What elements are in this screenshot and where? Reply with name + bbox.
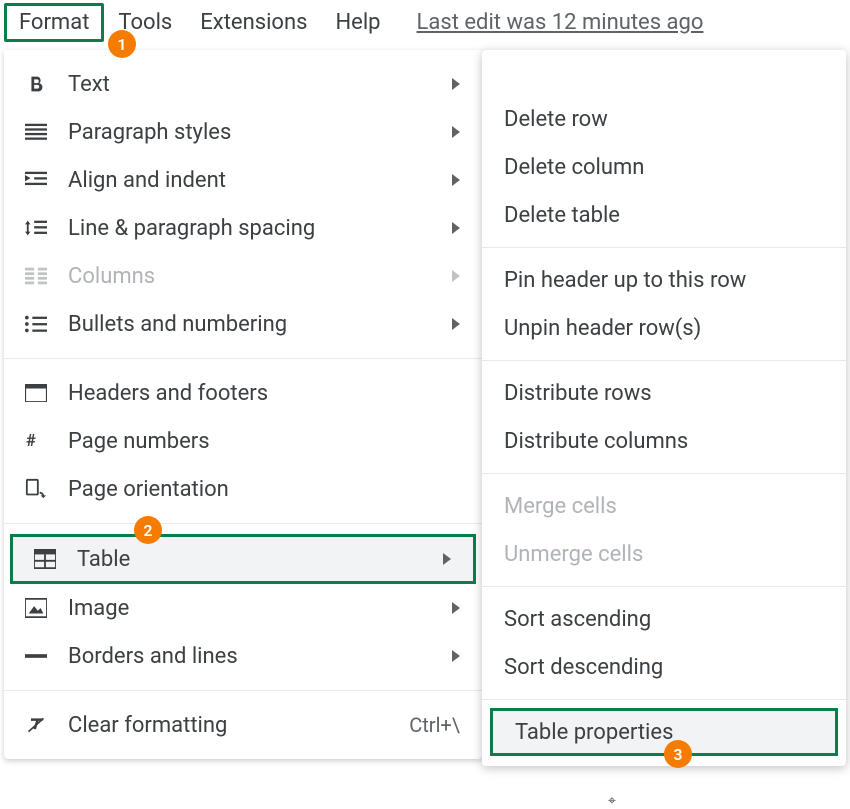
- menu-tools[interactable]: Tools: [104, 4, 186, 41]
- menu-text-label: Text: [68, 72, 452, 97]
- headers-footers-icon: [22, 381, 50, 405]
- chevron-right-icon: [443, 553, 451, 565]
- menu-format[interactable]: Format: [4, 3, 104, 42]
- menu-align-indent[interactable]: Align and indent: [4, 156, 482, 204]
- table-submenu: Delete row Delete column Delete table Pi…: [482, 50, 846, 766]
- line-spacing-icon: [22, 216, 50, 240]
- menu-image-label: Image: [68, 596, 452, 621]
- submenu-separator: [482, 473, 846, 474]
- submenu-unmerge-cells: Unmerge cells: [482, 530, 846, 578]
- paragraph-styles-icon: [22, 120, 50, 144]
- menu-line-spacing[interactable]: Line & paragraph spacing: [4, 204, 482, 252]
- submenu-separator: [482, 247, 846, 248]
- table-icon: [31, 547, 59, 571]
- menu-columns: Columns: [4, 252, 482, 300]
- menu-headers-footers[interactable]: Headers and footers: [4, 369, 482, 417]
- menu-extensions[interactable]: Extensions: [186, 4, 321, 41]
- menu-headers-footers-label: Headers and footers: [68, 381, 464, 406]
- submenu-merge-cells: Merge cells: [482, 482, 846, 530]
- submenu-delete-column[interactable]: Delete column: [482, 143, 846, 191]
- image-icon: [22, 596, 50, 620]
- svg-text:#: #: [26, 432, 36, 451]
- menu-line-spacing-label: Line & paragraph spacing: [68, 216, 452, 241]
- bullets-numbering-icon: [22, 312, 50, 336]
- last-edit-link[interactable]: Last edit was 12 minutes ago: [417, 10, 704, 35]
- submenu-delete-row[interactable]: Delete row: [482, 95, 846, 143]
- submenu-separator: [482, 699, 846, 700]
- columns-icon: [22, 264, 50, 288]
- submenu-distribute-rows[interactable]: Distribute rows: [482, 369, 846, 417]
- chevron-right-icon: [452, 602, 460, 614]
- menu-page-numbers-label: Page numbers: [68, 429, 464, 454]
- menu-align-indent-label: Align and indent: [68, 168, 452, 193]
- submenu-table-properties[interactable]: Table properties: [490, 708, 838, 756]
- menu-help[interactable]: Help: [321, 4, 394, 41]
- menu-paragraph-styles-label: Paragraph styles: [68, 120, 452, 145]
- menu-page-orientation[interactable]: Page orientation: [4, 465, 482, 513]
- menu-page-orientation-label: Page orientation: [68, 477, 464, 502]
- submenu-delete-table[interactable]: Delete table: [482, 191, 846, 239]
- submenu-pin-header[interactable]: Pin header up to this row: [482, 256, 846, 304]
- menu-clear-formatting-label: Clear formatting: [68, 713, 409, 738]
- submenu-sort-ascending[interactable]: Sort ascending: [482, 595, 846, 643]
- chevron-right-icon: [452, 650, 460, 662]
- menu-table[interactable]: Table: [10, 534, 476, 584]
- menu-borders-lines[interactable]: Borders and lines: [4, 632, 482, 680]
- page-orientation-icon: [22, 477, 50, 501]
- menu-separator: [4, 690, 482, 691]
- submenu-separator: [482, 360, 846, 361]
- chevron-right-icon: [452, 174, 460, 186]
- menubar: Format Tools Extensions Help Last edit w…: [0, 0, 850, 44]
- menu-separator: [4, 358, 482, 359]
- menu-bullets-numbering[interactable]: Bullets and numbering: [4, 300, 482, 348]
- align-indent-icon: [22, 168, 50, 192]
- menu-borders-lines-label: Borders and lines: [68, 644, 452, 669]
- menu-paragraph-styles[interactable]: Paragraph styles: [4, 108, 482, 156]
- page-numbers-icon: #: [22, 429, 50, 453]
- clear-formatting-shortcut: Ctrl+\: [409, 713, 460, 737]
- borders-lines-icon: [22, 644, 50, 668]
- chevron-right-icon: [452, 318, 460, 330]
- menu-table-label: Table: [77, 547, 443, 572]
- menu-bullets-numbering-label: Bullets and numbering: [68, 312, 452, 337]
- menu-separator: [4, 523, 482, 524]
- clear-formatting-icon: [22, 713, 50, 737]
- chevron-right-icon: [452, 126, 460, 138]
- format-dropdown: Text Paragraph styles Align and indent L…: [4, 50, 482, 759]
- menu-image[interactable]: Image: [4, 584, 482, 632]
- menu-page-numbers[interactable]: # Page numbers: [4, 417, 482, 465]
- bold-icon: [22, 72, 50, 96]
- menu-clear-formatting[interactable]: Clear formatting Ctrl+\: [4, 701, 482, 749]
- submenu-unpin-header[interactable]: Unpin header row(s): [482, 304, 846, 352]
- chevron-right-icon: [452, 270, 460, 282]
- menu-text[interactable]: Text: [4, 60, 482, 108]
- submenu-distribute-columns[interactable]: Distribute columns: [482, 417, 846, 465]
- submenu-sort-descending[interactable]: Sort descending: [482, 643, 846, 691]
- chevron-right-icon: [452, 222, 460, 234]
- chevron-right-icon: [452, 78, 460, 90]
- menu-columns-label: Columns: [68, 264, 452, 289]
- submenu-separator: [482, 586, 846, 587]
